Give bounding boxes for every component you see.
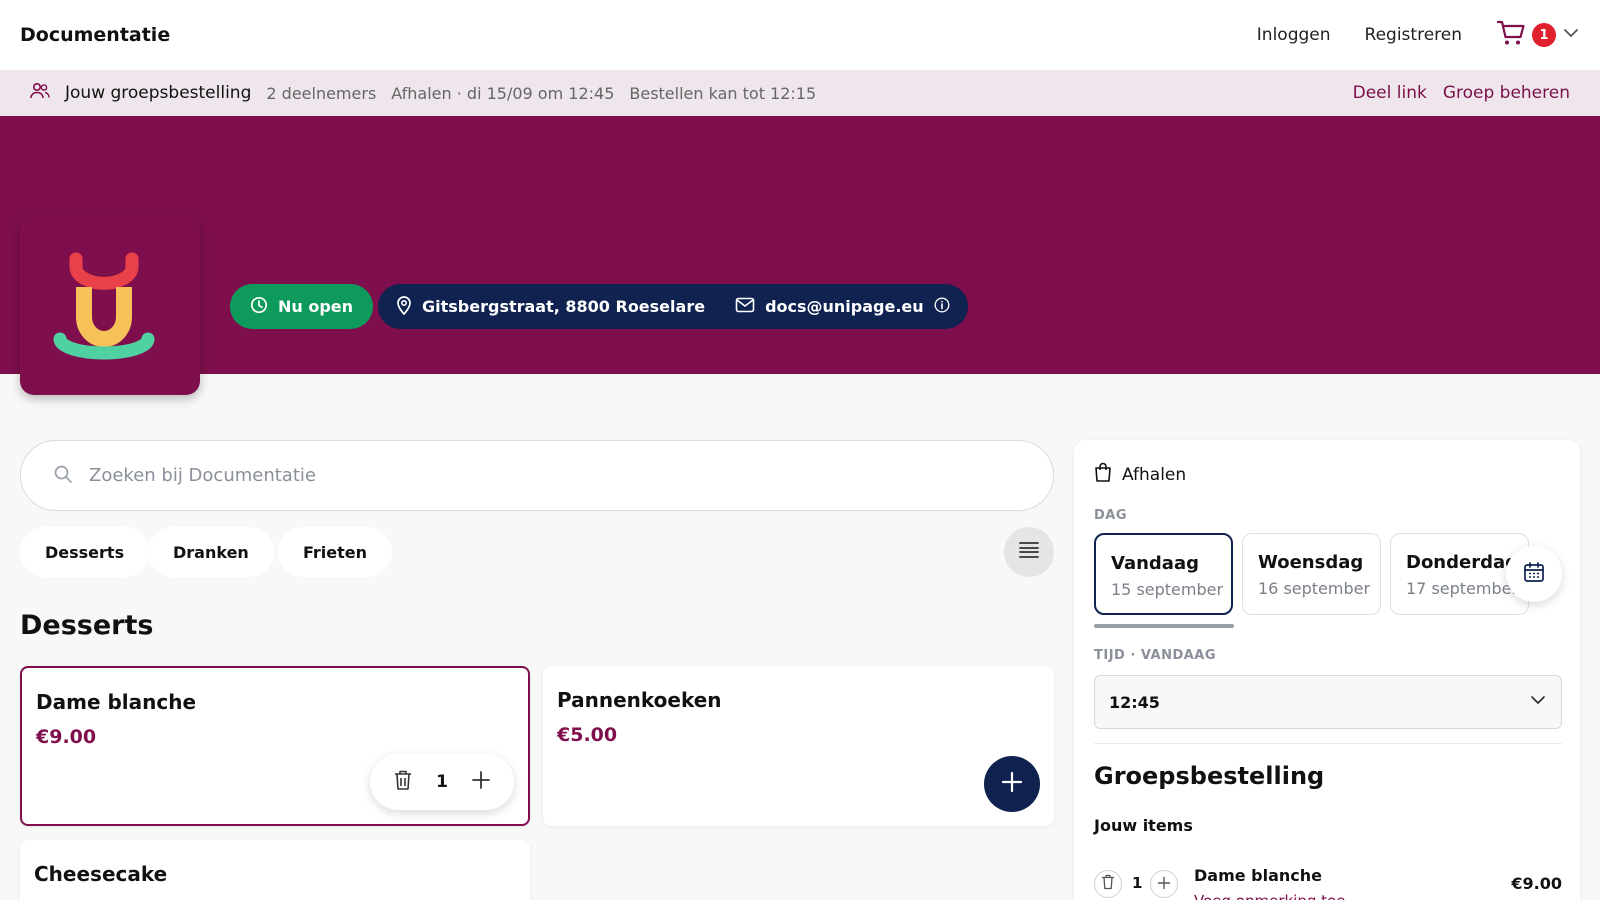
day-name: Donderdag [1406, 552, 1519, 573]
delete-button[interactable] [393, 769, 413, 796]
plus-icon [1000, 770, 1024, 798]
day-option-today[interactable]: Vandaag 15 september [1094, 533, 1233, 615]
item-price: €9.00 [1511, 874, 1562, 893]
category-list-button[interactable] [1004, 527, 1054, 577]
plus-icon [471, 770, 491, 795]
address-text: Gitsbergstraat, 8800 Roeselare [422, 297, 706, 316]
product-name: Pannenkoeken [557, 688, 722, 712]
search-bar[interactable] [20, 440, 1054, 511]
category-chip-desserts[interactable]: Desserts [20, 527, 150, 577]
manage-group-button[interactable]: Groep beheren [1443, 83, 1570, 103]
brand-name[interactable]: Documentatie [20, 24, 170, 46]
info-icon[interactable] [934, 297, 950, 317]
order-panel: Afhalen DAG Vandaag 15 september Woensda… [1074, 440, 1580, 900]
login-link[interactable]: Inloggen [1257, 25, 1331, 45]
product-name: Dame blanche [36, 690, 197, 714]
chevron-down-icon[interactable] [1562, 24, 1580, 47]
register-link[interactable]: Registreren [1365, 25, 1462, 45]
day-date: 15 september [1111, 580, 1224, 599]
open-status-pill: Nu open [230, 284, 374, 329]
cart-icon [1496, 19, 1526, 52]
group-order-heading: Groepsbestelling [1094, 762, 1325, 790]
increase-quantity-button[interactable] [471, 770, 491, 795]
mail-icon [735, 297, 755, 317]
product-card-dame-blanche[interactable]: Dame blanche €9.00 1 [20, 666, 530, 826]
map-pin-icon [396, 295, 412, 319]
order-deadline: Bestellen kan tot 12:15 [629, 83, 817, 103]
calendar-icon [1523, 561, 1545, 587]
time-select[interactable]: 12:45 [1094, 675, 1562, 729]
product-price: €5.00 [557, 724, 618, 746]
email-text: docs@unipage.eu [765, 297, 924, 316]
cart-button[interactable]: 1 [1496, 19, 1580, 52]
trash-icon [1101, 874, 1115, 894]
search-icon [53, 464, 73, 488]
chevron-down-icon [1529, 691, 1547, 713]
open-status-label: Nu open [278, 297, 354, 316]
trash-icon [393, 770, 413, 796]
product-price: €9.00 [36, 726, 97, 748]
shopping-bag-icon [1094, 462, 1112, 487]
participants-count: 2 deelnemers [266, 83, 377, 103]
hero-banner [0, 116, 1600, 374]
add-note-link[interactable]: Voeg opmerking toe [1194, 892, 1345, 900]
fulfillment-mode[interactable]: Afhalen [1094, 462, 1186, 487]
product-name: Cheesecake [34, 862, 168, 886]
add-to-cart-button[interactable] [984, 756, 1040, 812]
clock-icon [250, 296, 268, 318]
category-chip-frieten[interactable]: Frieten [278, 527, 393, 577]
day-date: 16 september [1258, 579, 1371, 598]
divider [1094, 743, 1562, 744]
calendar-button[interactable] [1506, 546, 1562, 602]
your-items-label: Jouw items [1094, 816, 1193, 835]
day-label: DAG [1094, 508, 1128, 523]
share-link-button[interactable]: Deel link [1353, 83, 1427, 103]
group-order-title: Jouw groepsbestelling [65, 83, 252, 103]
users-icon [30, 82, 50, 104]
quantity-stepper: 1 [370, 754, 514, 810]
day-date: 17 september [1406, 579, 1519, 598]
cart-count-badge: 1 [1532, 23, 1556, 47]
day-scrollbar[interactable] [1094, 624, 1234, 628]
time-label: TIJD · VANDAAG [1094, 648, 1217, 663]
quantity-value: 1 [436, 772, 448, 792]
item-quantity: 1 [1132, 874, 1143, 892]
day-name: Vandaag [1111, 553, 1199, 574]
restaurant-logo [20, 215, 200, 395]
delete-item-button[interactable] [1094, 870, 1122, 898]
search-input[interactable] [89, 465, 889, 486]
group-order-bar: Jouw groepsbestelling 2 deelnemers Afhal… [0, 70, 1600, 116]
increase-item-button[interactable] [1150, 870, 1178, 898]
location-contact-pill[interactable]: Gitsbergstraat, 8800 Roeselare docs@unip… [378, 284, 968, 329]
day-name: Woensdag [1258, 552, 1364, 573]
item-name: Dame blanche [1194, 866, 1323, 885]
top-nav-links: Inloggen Registreren 1 [1257, 19, 1580, 52]
top-navigation-bar: Documentatie Inloggen Registreren 1 [0, 0, 1600, 70]
fulfillment-mode-label: Afhalen [1122, 464, 1187, 485]
section-title: Desserts [20, 610, 154, 641]
plus-icon [1157, 875, 1171, 894]
day-option-wednesday[interactable]: Woensdag 16 september [1242, 533, 1381, 615]
list-icon [1018, 541, 1040, 563]
group-actions: Deel link Groep beheren [1353, 83, 1570, 103]
pickup-info: Afhalen · di 15/09 om 12:45 [391, 83, 615, 103]
cart-line-item: 1 Dame blanche Voeg opmerking toe €9.00 [1094, 858, 1562, 900]
time-select-value: 12:45 [1109, 692, 1160, 712]
category-chip-dranken[interactable]: Dranken [148, 527, 274, 577]
product-card-pannenkoeken[interactable]: Pannenkoeken €5.00 [543, 666, 1054, 826]
product-card-cheesecake[interactable]: Cheesecake [20, 840, 530, 900]
